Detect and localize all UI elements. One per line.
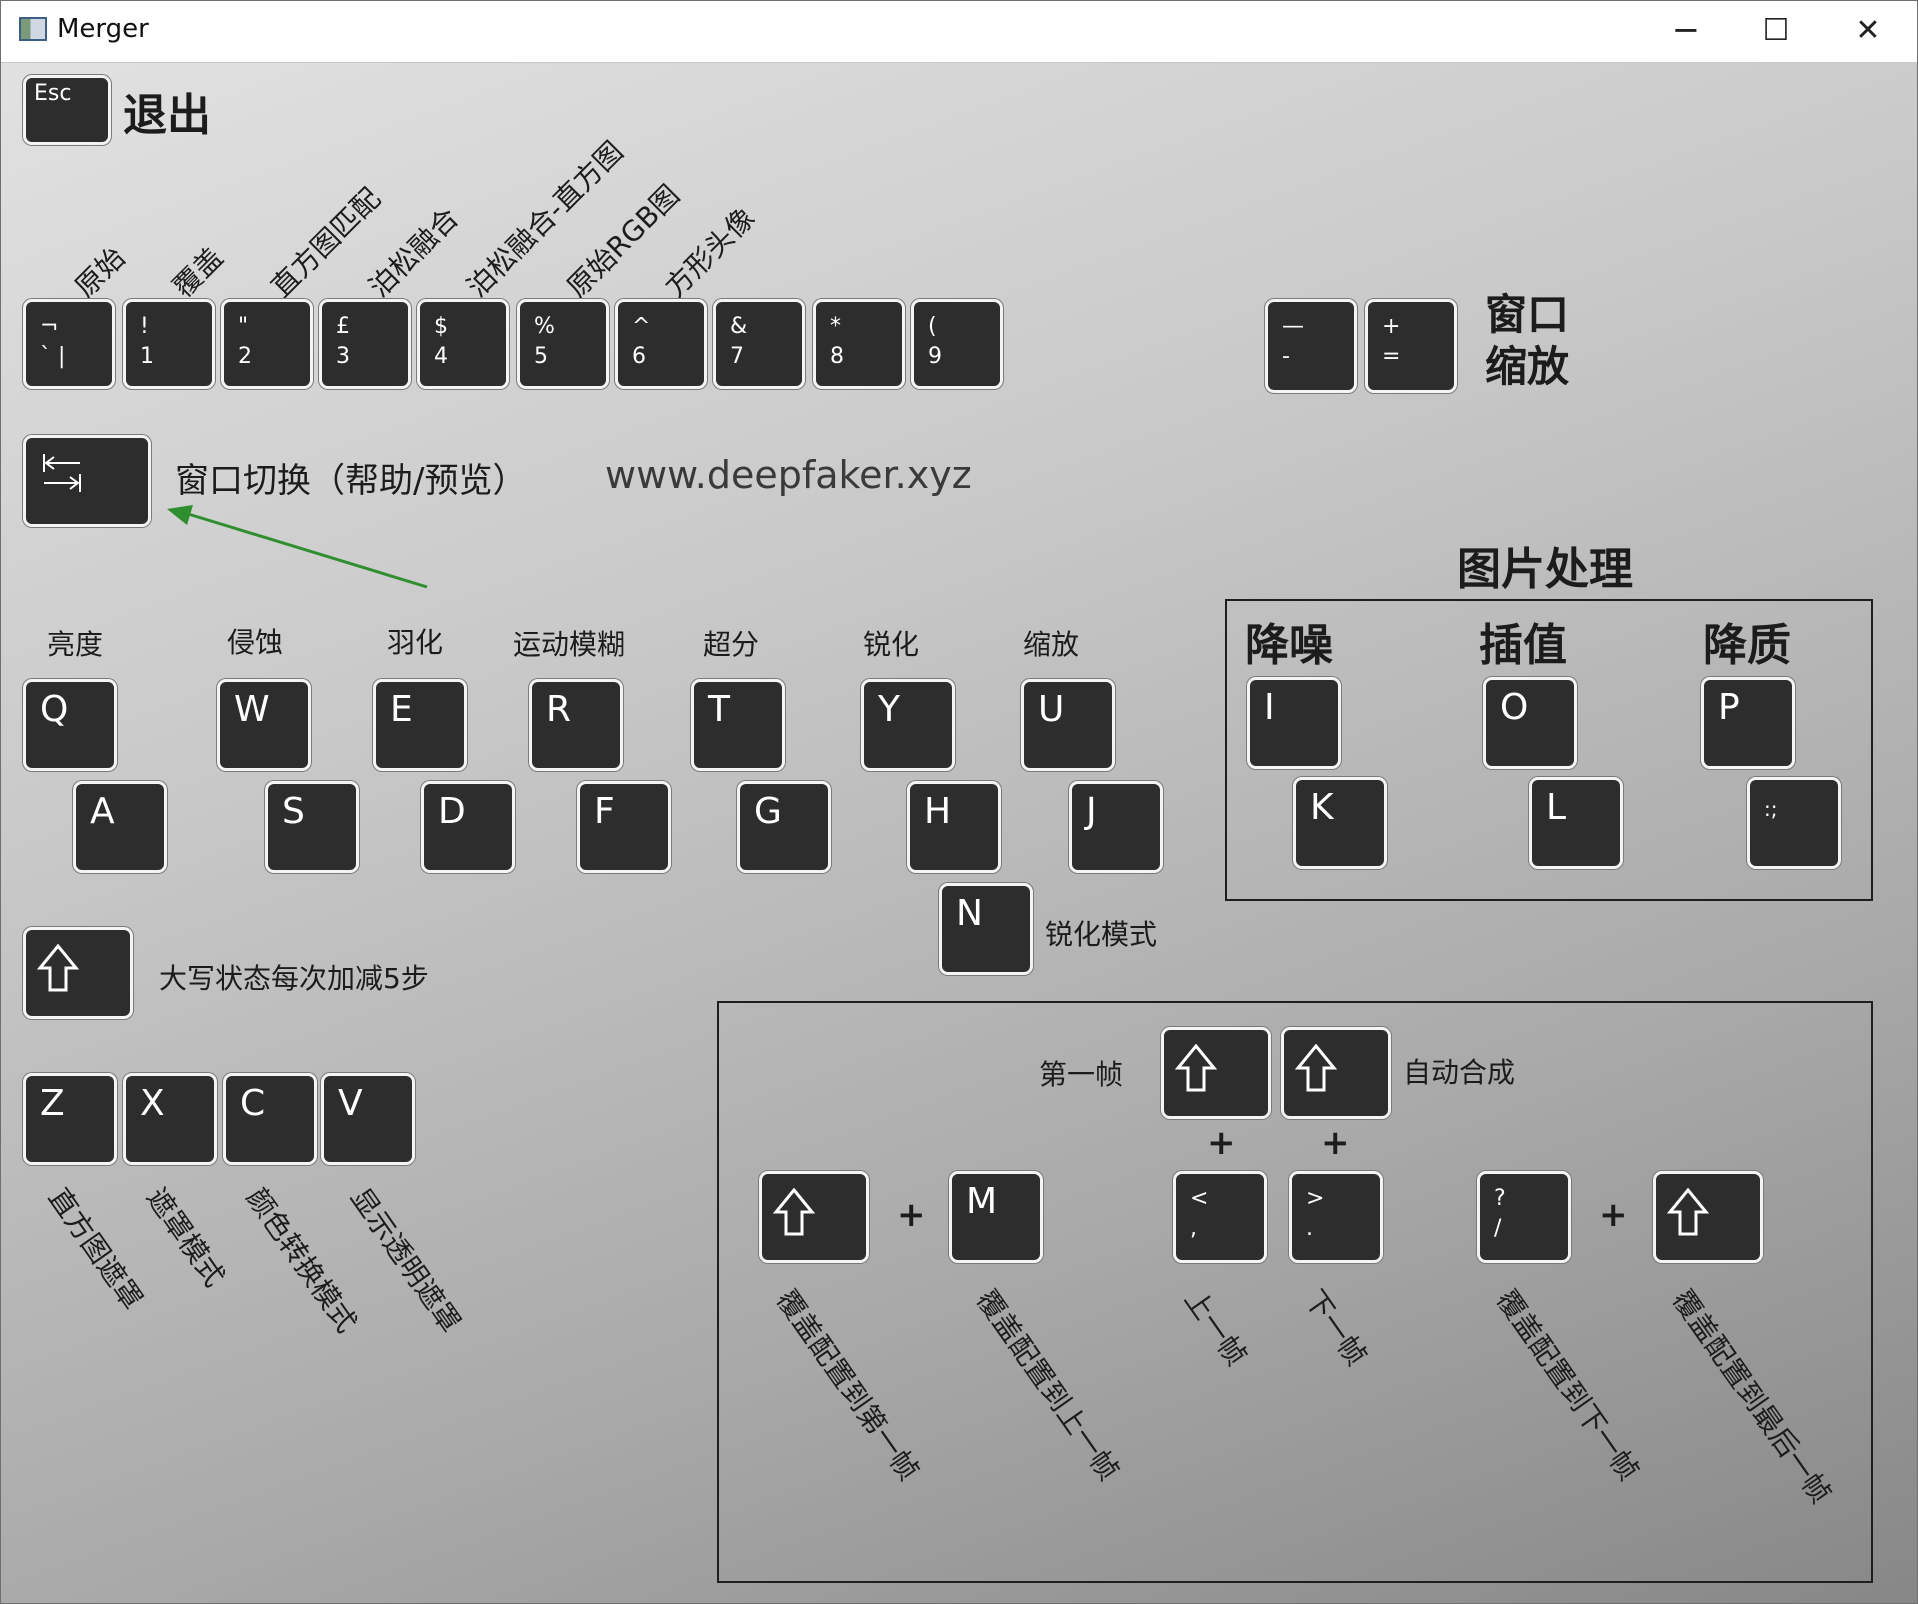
esc-key: Esc [23, 75, 111, 145]
adjust-label: 羽化 [387, 626, 444, 659]
key-2: " 2 [221, 299, 313, 389]
c-key: C [223, 1073, 317, 1165]
shift-arrow-icon [772, 1188, 816, 1236]
i-key: I [1247, 677, 1341, 769]
l-key: L [1529, 777, 1623, 869]
tab-key [23, 435, 151, 527]
a-key: A [73, 781, 167, 873]
window-title: Merger [57, 14, 149, 44]
sharpen-mode-label: 锐化模式 [1045, 918, 1158, 951]
close-button[interactable]: ✕ [1823, 1, 1913, 61]
shift-arrow-icon [1294, 1044, 1338, 1092]
key-6: ^ 6 [615, 299, 707, 389]
q-key: Q [23, 679, 117, 771]
green-arrow-icon [167, 505, 428, 589]
h-key: H [907, 781, 1001, 873]
semicolon-key: :; [1747, 777, 1841, 869]
app-icon [19, 17, 47, 41]
shift-arrow-icon [36, 944, 80, 992]
plus-sign: + [1599, 1195, 1628, 1235]
plus-sign: + [1207, 1123, 1236, 1163]
g-key: G [737, 781, 831, 873]
x-key: X [123, 1073, 217, 1165]
first-frame-label: 第一帧 [1039, 1058, 1124, 1091]
key-5: % 5 [517, 299, 609, 389]
degrade-label: 降质 [1703, 620, 1791, 671]
minimize-button[interactable]: ─ [1641, 1, 1731, 61]
y-key: Y [861, 679, 955, 771]
tab-arrows-icon [43, 454, 81, 492]
o-key: O [1483, 677, 1577, 769]
k-key: K [1293, 777, 1387, 869]
shift-key-auto [1281, 1027, 1391, 1119]
adjust-label: 缩放 [1023, 628, 1080, 661]
window: Merger ─ ☐ ✕ Esc 退出 原始 覆盖 直方图匹配 泊松融合 泊松融… [0, 0, 1918, 1604]
period-key: > . [1289, 1171, 1383, 1263]
p-key: P [1701, 677, 1795, 769]
shift-key-first [1161, 1027, 1271, 1119]
adjust-label: 侵蚀 [227, 626, 284, 659]
shift-key [23, 927, 133, 1019]
website-link[interactable]: www.deepfaker.xyz [605, 453, 972, 497]
d-key: D [421, 781, 515, 873]
w-key: W [217, 679, 311, 771]
mask-label: 直方图遮罩 [41, 1181, 150, 1316]
adjust-label: 锐化 [863, 628, 920, 661]
auto-merge-label: 自动合成 [1403, 1056, 1516, 1089]
key-9: ( 9 [911, 299, 1003, 389]
plus-sign: + [1321, 1123, 1350, 1163]
maximize-button[interactable]: ☐ [1731, 1, 1821, 61]
shift-key-overlay-first [759, 1171, 869, 1263]
shift-arrow-icon [1666, 1188, 1710, 1236]
e-key: E [373, 679, 467, 771]
key-3: £ 3 [319, 299, 411, 389]
minus-key: — - [1265, 299, 1357, 393]
merger-app: Merger ─ ☐ ✕ Esc 退出 原始 覆盖 直方图匹配 泊松融合 泊松融… [0, 0, 1918, 1604]
adjust-label: 运动模糊 [513, 628, 626, 661]
mode-label: 原始 [68, 240, 132, 304]
z-key: Z [23, 1073, 117, 1165]
backtick-key: ¬ ` | [23, 299, 115, 389]
window-switch-label: 窗口切换（帮助/预览） [175, 461, 527, 501]
zoom-label: 窗口 缩放 [1485, 290, 1570, 391]
key-1: ! 1 [123, 299, 215, 389]
caps-step-label: 大写状态每次加减5步 [159, 962, 429, 995]
image-processing-title: 图片处理 [1457, 544, 1633, 595]
slash-key: ? / [1477, 1171, 1571, 1263]
adjust-label: 超分 [703, 628, 760, 661]
shift-arrow-icon [1174, 1044, 1218, 1092]
f-key: F [577, 781, 671, 873]
v-key: V [321, 1073, 415, 1165]
mask-label: 遮罩模式 [139, 1181, 232, 1293]
denoise-label: 降噪 [1245, 620, 1333, 671]
u-key: U [1021, 679, 1115, 771]
adjust-label: 亮度 [47, 628, 104, 661]
esc-key-label: Esc [34, 81, 72, 106]
interpolation-label: 插值 [1479, 620, 1567, 671]
hotkey-canvas: Esc 退出 原始 覆盖 直方图匹配 泊松融合 泊松融合-直方图 原始RGB图 … [1, 63, 1917, 1603]
j-key: J [1069, 781, 1163, 873]
title-bar: Merger ─ ☐ ✕ [1, 1, 1917, 63]
shift-key-overlay-last [1653, 1171, 1763, 1263]
m-key: M [949, 1171, 1043, 1263]
t-key: T [691, 679, 785, 771]
r-key: R [529, 679, 623, 771]
plus-sign: + [897, 1195, 926, 1235]
mode-label: 覆盖 [166, 240, 230, 304]
s-key: S [265, 781, 359, 873]
n-key: N [939, 883, 1033, 975]
exit-label: 退出 [123, 90, 211, 141]
key-4: $ 4 [417, 299, 509, 389]
key-7: & 7 [713, 299, 805, 389]
equals-key: + = [1365, 299, 1457, 393]
comma-key: < , [1173, 1171, 1267, 1263]
key-8: * 8 [813, 299, 905, 389]
